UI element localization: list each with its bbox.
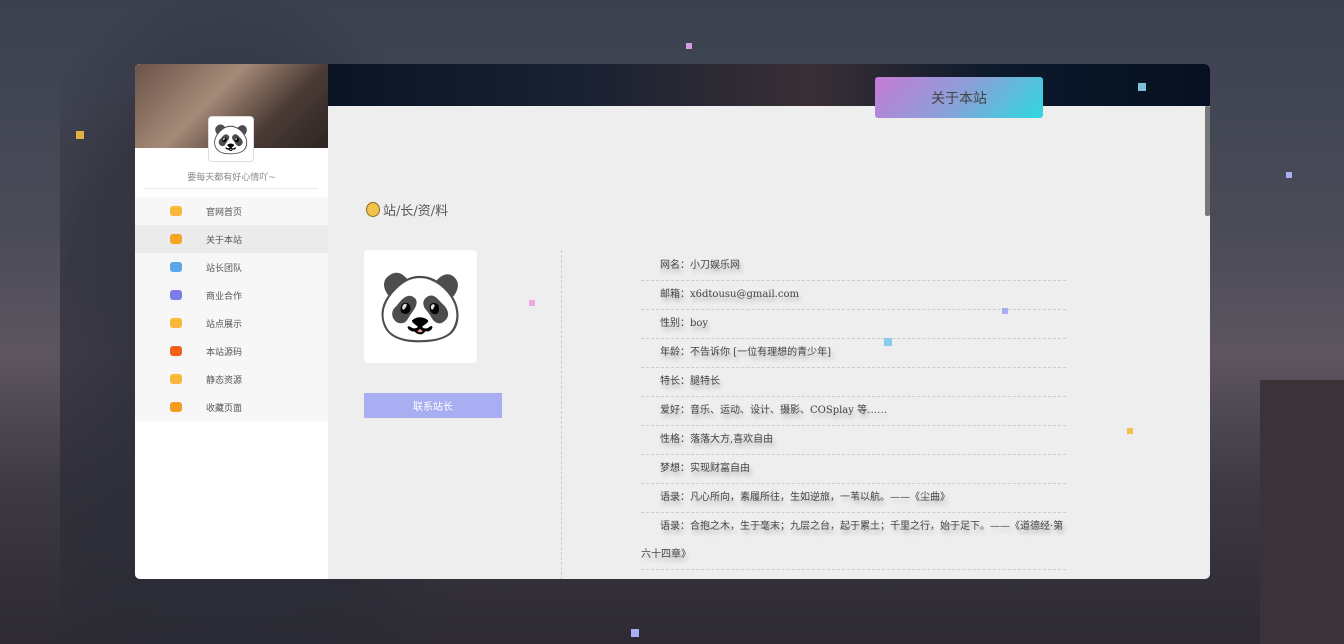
confetti	[1138, 83, 1146, 91]
confetti	[1286, 172, 1292, 178]
info-row: 年龄：不告诉你 [一位有理想的青少年]	[641, 339, 1066, 368]
menu-icon	[170, 290, 182, 300]
sidebar-item-label: 商业合作	[206, 289, 242, 302]
sidebar-item-label: 官网首页	[206, 205, 242, 218]
sidebar-item-label: 静态资源	[206, 373, 242, 386]
grin-emoji-icon	[366, 202, 380, 217]
menu-icon	[170, 262, 182, 272]
sidebar-item-label: 收藏页面	[206, 401, 242, 414]
info-list: 网名：小刀娱乐网邮箱：x6dtousu@gmail.com性别：boy年龄：不告…	[641, 252, 1066, 570]
confetti	[631, 629, 639, 637]
menu-icon	[170, 206, 182, 216]
confetti	[686, 43, 692, 49]
sidebar-item[interactable]: 收藏页面	[135, 393, 328, 421]
sidebar-item[interactable]: 商业合作	[135, 281, 328, 309]
scrollbar[interactable]	[1205, 106, 1210, 216]
info-row: 语录：凡心所向，素履所往，生如逆旅，一苇以航。——《尘曲》	[641, 484, 1066, 513]
about-panel: 🐼 要每天都有好心情吖~ 官网首页关于本站站长团队商业合作站点展示本站源码静态资…	[135, 64, 1210, 579]
sidebar-item-label: 站点展示	[206, 317, 242, 330]
menu-icon	[170, 234, 182, 244]
info-row: 性别：boy	[641, 310, 1066, 339]
header-banner	[328, 64, 1210, 106]
menu-icon	[170, 346, 182, 356]
avatar: 🐼	[208, 116, 254, 162]
section-title: 站/长/资/料	[366, 200, 448, 219]
sidebar-item-label: 站长团队	[206, 261, 242, 274]
background-building	[1260, 380, 1344, 644]
info-row: 梦想：实现财富自由	[641, 455, 1066, 484]
sidebar-item[interactable]: 本站源码	[135, 337, 328, 365]
sidebar-item[interactable]: 站点展示	[135, 309, 328, 337]
sidebar-item[interactable]: 静态资源	[135, 365, 328, 393]
sidebar-item-label: 本站源码	[206, 345, 242, 358]
info-row: 特长：腿特长	[641, 368, 1066, 397]
menu-icon	[170, 402, 182, 412]
confetti	[529, 300, 535, 306]
info-row: 爱好：音乐、运动、设计、摄影、COSplay 等……	[641, 397, 1066, 426]
sidebar-item[interactable]: 关于本站	[135, 225, 328, 253]
confetti	[1002, 308, 1008, 314]
menu-icon	[170, 374, 182, 384]
owner-photo: 🐼	[364, 250, 477, 363]
info-row: 网名：小刀娱乐网	[641, 252, 1066, 281]
sidebar-item[interactable]: 站长团队	[135, 253, 328, 281]
sidebar-item-label: 关于本站	[206, 233, 242, 246]
confetti	[884, 338, 892, 346]
section-title-text: 站/长/资/料	[383, 200, 448, 219]
sidebar: 🐼 要每天都有好心情吖~ 官网首页关于本站站长团队商业合作站点展示本站源码静态资…	[135, 64, 328, 579]
info-row: 语录：合抱之木，生于毫末；九层之台，起于累土；千里之行，始于足下。——《道德经·…	[641, 513, 1066, 570]
confetti	[76, 131, 84, 139]
info-row: 邮箱：x6dtousu@gmail.com	[641, 281, 1066, 310]
motto: 要每天都有好心情吖~	[145, 170, 318, 189]
menu-icon	[170, 318, 182, 328]
confetti	[1127, 428, 1133, 434]
contact-owner-button[interactable]: 联系站长	[364, 393, 502, 418]
page-title: 关于本站	[875, 77, 1043, 118]
sidebar-menu: 官网首页关于本站站长团队商业合作站点展示本站源码静态资源收藏页面	[135, 197, 328, 421]
info-row: 性格：落落大方,喜欢自由	[641, 426, 1066, 455]
divider	[561, 250, 562, 579]
main-content: 关于本站 站/长/资/料 🐼 联系站长 网名：小刀娱乐网邮箱：x6dtousu@…	[328, 64, 1210, 579]
sidebar-item[interactable]: 官网首页	[135, 197, 328, 225]
